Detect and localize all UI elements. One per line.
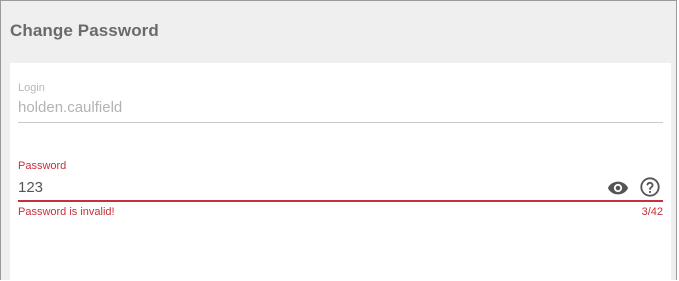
login-underline bbox=[18, 122, 663, 123]
password-input[interactable] bbox=[18, 176, 578, 198]
password-underline bbox=[18, 200, 663, 202]
password-error-message: Password is invalid! bbox=[18, 206, 115, 218]
login-field: holden.caulfield bbox=[18, 99, 123, 116]
password-label: Password bbox=[18, 160, 67, 172]
change-password-dialog: Change Password Login holden.caulfield P… bbox=[0, 0, 677, 281]
help-circle-icon[interactable] bbox=[639, 176, 661, 198]
password-char-counter: 3/42 bbox=[641, 206, 663, 218]
login-label: Login bbox=[18, 82, 45, 94]
dialog-title: Change Password bbox=[10, 21, 159, 40]
form-panel: Login holden.caulfield Password Password… bbox=[10, 63, 671, 281]
eye-icon[interactable] bbox=[607, 177, 629, 199]
